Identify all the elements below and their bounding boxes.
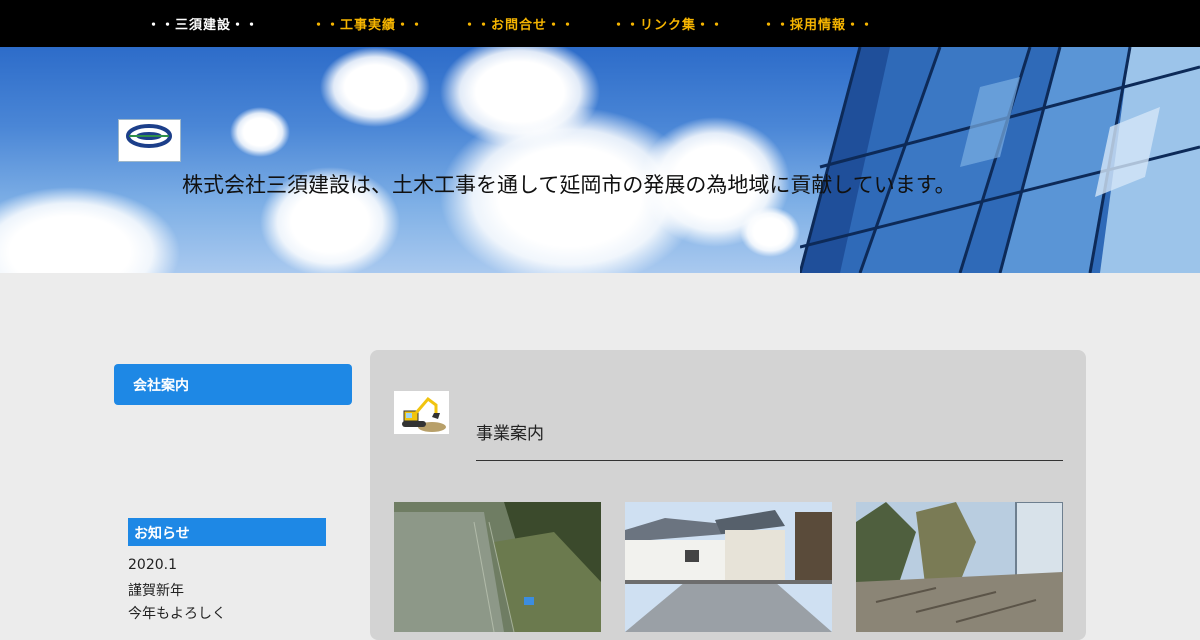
hero-tagline: 株式会社三須建設は、土木工事を通して延岡市の発展の為地域に貢献しています。 [182,173,956,197]
company-info-button[interactable]: 会社案内 [114,364,352,405]
news-line: 謹賀新年 [128,583,184,599]
glass-building-image [800,47,1200,273]
nav-link-links[interactable]: ・・リンク集・・ [612,14,724,33]
slope-work-photo[interactable] [394,502,601,632]
cloud [320,47,430,127]
news-heading: お知らせ [128,518,326,546]
section-title: 事業案内 [476,424,544,444]
demolition-photo[interactable] [856,502,1063,632]
nav-link-recruit[interactable]: ・・採用情報・・ [762,14,874,33]
nav-link-home[interactable]: ・・三須建設・・ [147,14,259,33]
excavator-icon [394,391,449,434]
news-line: 今年もよろしく [128,606,226,622]
top-nav: ・・三須建設・・ ・・工事実績・・ ・・お問合せ・・ ・・リンク集・・ ・・採用… [0,0,1200,47]
section-divider [476,460,1063,461]
news-date: 2020.1 [128,557,177,573]
nav-link-works[interactable]: ・・工事実績・・ [312,14,424,33]
house-street-photo[interactable] [625,502,832,632]
hero-banner: 株式会社三須建設は、土木工事を通して延岡市の発展の為地域に貢献しています。 [0,47,1200,273]
cloud [0,187,180,273]
cloud [740,207,800,257]
cloud [230,107,290,157]
company-logo[interactable] [118,119,181,162]
nav-link-contact[interactable]: ・・お問合せ・・ [463,14,575,33]
